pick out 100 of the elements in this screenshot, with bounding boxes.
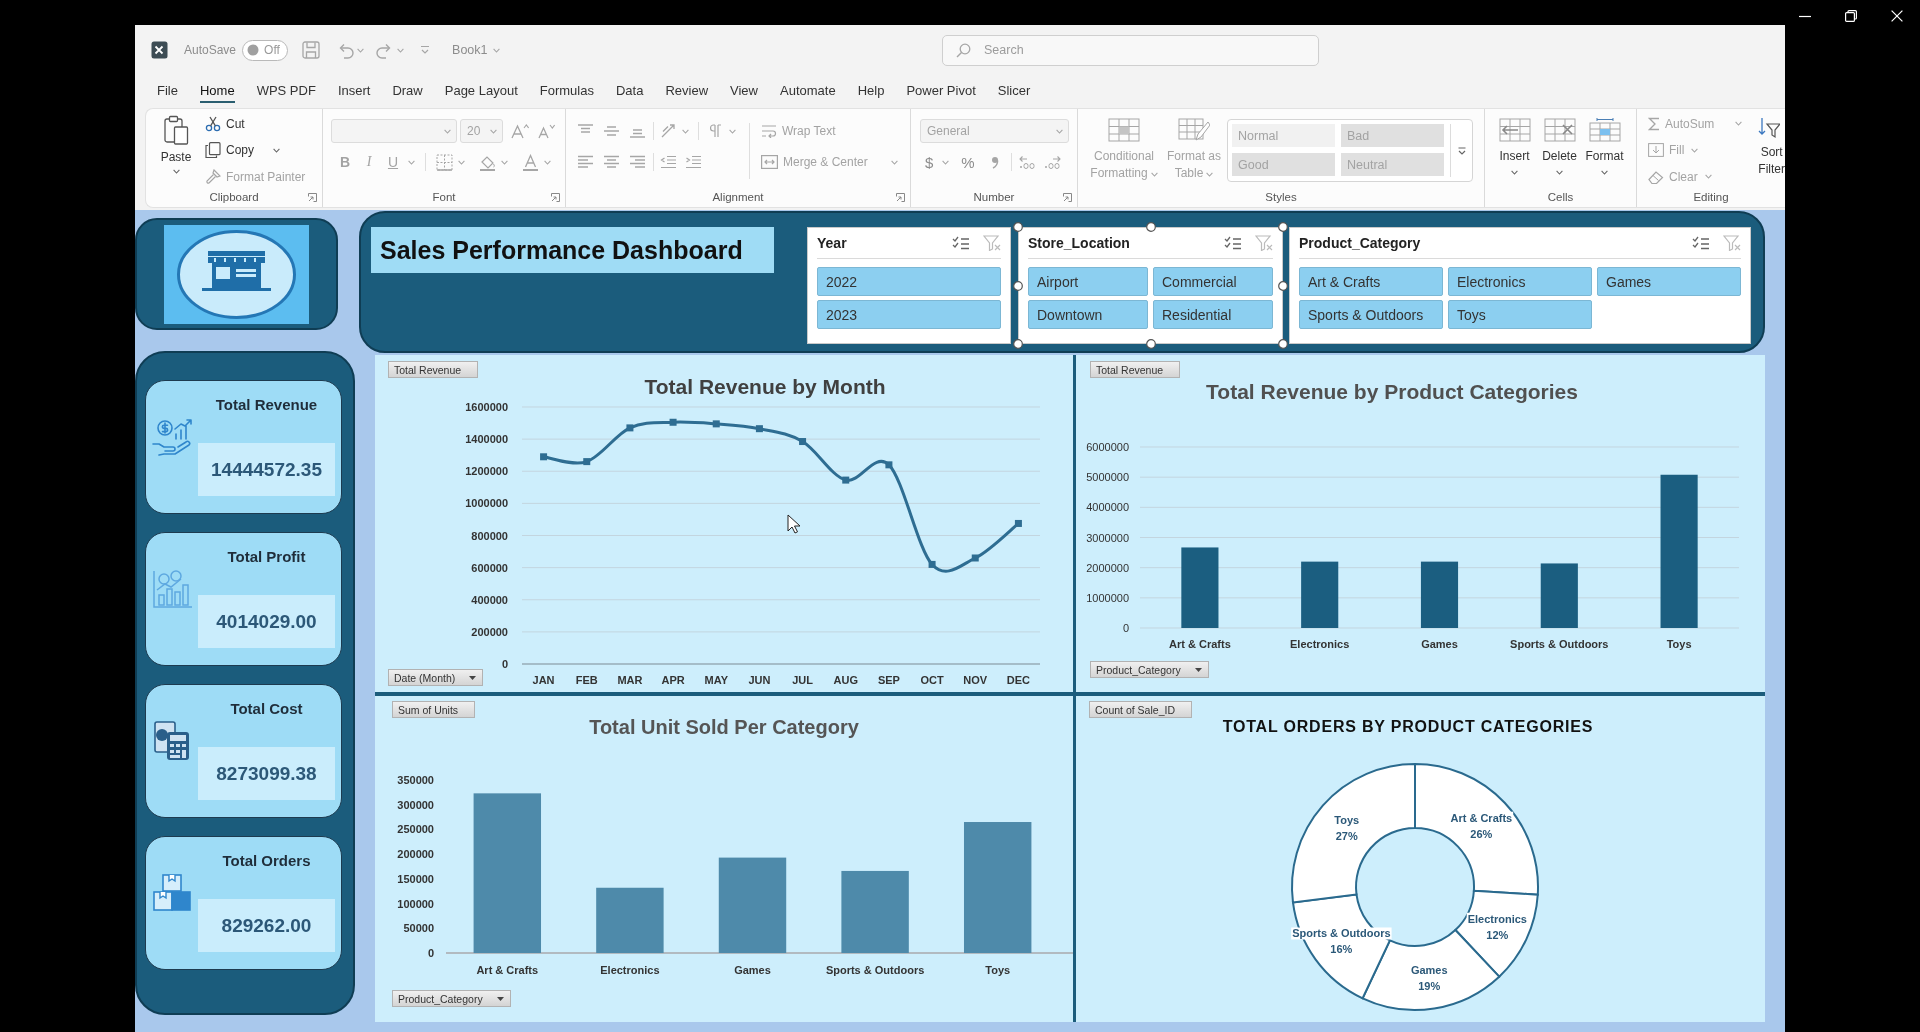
slicer-item[interactable]: Games [1597, 267, 1741, 296]
resize-handle-icon[interactable] [1145, 222, 1156, 232]
menu-tab[interactable]: Home [199, 77, 235, 103]
decimal-decrease-icon[interactable] [1043, 155, 1061, 169]
bar-chart-coins-icon [152, 569, 194, 609]
x-axis-label: MAY [704, 674, 728, 686]
field-button[interactable]: Total Revenue [388, 361, 479, 378]
dialog-launcher-icon[interactable] [551, 192, 560, 202]
resize-handle-icon[interactable] [1013, 222, 1023, 232]
clear-filter-icon[interactable] [1723, 235, 1741, 251]
dropdown-menu-icon[interactable] [420, 45, 431, 55]
y-axis-label: 300000 [397, 798, 434, 811]
y-axis-label: 200000 [471, 625, 508, 638]
slicer-item[interactable]: Commercial [1153, 267, 1273, 296]
more-styles-icon[interactable] [1456, 145, 1467, 156]
insert-cells-icon [1498, 118, 1531, 142]
resize-handle-icon[interactable] [1278, 222, 1288, 232]
clear-filter-icon[interactable] [983, 235, 1001, 251]
app-icon[interactable] [151, 41, 168, 59]
menu-tab[interactable]: Slicer [997, 77, 1031, 103]
pilcrow-icon[interactable] [707, 123, 723, 139]
menu-tab[interactable]: Help [857, 77, 885, 103]
slicer-item[interactable]: Sports & Outdoors [1299, 300, 1443, 329]
menu-tab[interactable]: View [730, 77, 758, 103]
paintbrush-icon [205, 168, 221, 185]
dialog-launcher-icon[interactable] [896, 192, 905, 202]
menu-tab[interactable]: Insert [337, 77, 371, 103]
menu-tab[interactable]: Formulas [539, 77, 594, 103]
font-name-field[interactable] [331, 119, 457, 143]
menu-tab[interactable]: Data [615, 77, 644, 103]
sort-filter-button[interactable]: Sort Filter [1758, 109, 1785, 187]
insert-button[interactable]: Insert [1492, 109, 1537, 187]
kpi-value: 4014029.00 [198, 595, 335, 648]
font-shrink-icon[interactable] [537, 123, 555, 139]
slicer-item[interactable]: Downtown [1028, 300, 1148, 329]
cut-button[interactable]: Cut [205, 113, 245, 134]
align-middle-icon[interactable] [603, 124, 620, 138]
font-grow-icon[interactable] [511, 123, 529, 139]
merge-cells-icon [761, 155, 778, 169]
table-brush-icon [1178, 118, 1210, 142]
comma-icon[interactable] [990, 155, 999, 169]
slicer-item[interactable]: Art & Crafts [1299, 267, 1443, 296]
slicer-item[interactable]: Residential [1153, 300, 1273, 329]
caret-icon [1601, 170, 1608, 175]
caret-icon [682, 128, 689, 134]
align-right-icon[interactable] [629, 155, 646, 169]
x-axis-label: OCT [920, 674, 944, 686]
font-color-icon[interactable] [522, 153, 539, 171]
multi-select-icon[interactable] [1224, 236, 1242, 250]
align-center-icon[interactable] [603, 155, 620, 169]
dialog-launcher-icon[interactable] [1063, 192, 1072, 202]
field-button[interactable]: Sum of Units [392, 701, 476, 718]
menu-tab[interactable]: Review [665, 77, 709, 103]
field-button[interactable]: Count of Sale_ID [1089, 701, 1192, 718]
group-label: Alignment [712, 191, 764, 203]
resize-handle-icon[interactable] [1145, 339, 1156, 349]
menu-tab[interactable]: Automate [780, 77, 836, 103]
chart-title: Total Revenue by Month [644, 374, 886, 400]
paste-button[interactable]: Paste [158, 109, 194, 187]
x-axis-label: Games [1421, 638, 1458, 650]
clear-filter-icon[interactable] [1255, 235, 1273, 251]
indent-decrease-icon[interactable] [660, 155, 677, 169]
decimal-increase-icon[interactable] [1018, 155, 1036, 169]
indent-increase-icon[interactable] [685, 155, 702, 169]
slicer-item[interactable]: Electronics [1448, 267, 1592, 296]
close-icon[interactable] [1891, 10, 1903, 22]
caret-icon [1691, 147, 1699, 153]
format-button[interactable]: Format [1582, 109, 1627, 187]
search-field[interactable]: Search [942, 34, 1319, 66]
slicer-item[interactable]: 2023 [817, 300, 1001, 329]
caret-icon [1735, 121, 1743, 126]
multi-select-icon[interactable] [952, 236, 970, 250]
slicer-item[interactable]: Toys [1448, 300, 1592, 329]
caret-icon [492, 47, 500, 53]
dialog-launcher-icon[interactable] [308, 192, 317, 202]
resize-handle-icon[interactable] [1013, 339, 1023, 349]
menu-tab[interactable]: Page Layout [444, 77, 518, 103]
menu-tab[interactable]: Power Pivot [906, 77, 976, 103]
copy-button[interactable]: Copy [205, 139, 280, 161]
save-icon[interactable] [302, 41, 321, 59]
multi-select-icon[interactable] [1692, 236, 1710, 250]
border-grid-icon[interactable] [436, 153, 453, 171]
resize-handle-icon[interactable] [1278, 339, 1288, 349]
menu-tab[interactable]: File [157, 77, 178, 103]
align-left-icon[interactable] [577, 155, 594, 169]
y-axis-label: 4000000 [1086, 501, 1129, 514]
diagonal-arrow-icon[interactable] [660, 123, 678, 139]
slicer-item[interactable]: 2022 [817, 267, 1001, 296]
field-button[interactable]: Product_Category [1090, 661, 1209, 678]
restore-icon[interactable] [1845, 10, 1857, 22]
field-button[interactable]: Total Revenue [1090, 361, 1181, 378]
menu-tab[interactable]: WPS PDF [256, 77, 316, 103]
y-axis-label: 6000000 [1086, 441, 1129, 453]
field-button[interactable]: Product_Category [392, 990, 511, 1007]
resize-handle-icon[interactable] [1013, 280, 1023, 291]
resize-handle-icon[interactable] [1278, 280, 1288, 291]
menu-tab[interactable]: Draw [392, 77, 423, 103]
field-button[interactable]: Date (Month) [388, 669, 484, 686]
slicer-item[interactable]: Airport [1028, 267, 1148, 296]
delete-button[interactable]: Delete [1537, 109, 1582, 187]
